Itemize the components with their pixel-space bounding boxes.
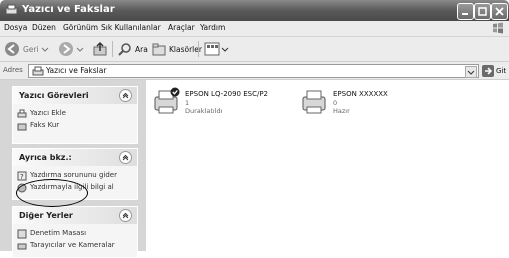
printer-document-count: 1 [185,99,190,107]
fax-icon [17,123,27,131]
add-printer-link[interactable]: Yazıcı Ekle [13,108,137,120]
folders-button[interactable]: Klasörler [152,41,202,57]
toolbar-separator [198,41,199,57]
chevron-down-icon [41,47,48,52]
minimize-button[interactable] [457,3,474,20]
menu-view[interactable]: Görünüm [63,23,98,32]
address-bar: Adres Yazıcı ve Fakslar Git [0,62,509,80]
printer-tasks-panel: Yazıcı Görevleri Yazıcı Ekle Faks Kur [12,86,138,144]
printer-icon [302,90,326,114]
printer-status: Hazır [333,107,350,115]
printers-list: EPSON LQ-2090 ESC/P2 1 Duraklatıldı EPSO… [146,80,509,251]
toolbar-separator [112,41,113,57]
printer-status: Duraklatıldı [185,107,223,115]
collapse-chevron-icon[interactable] [119,89,132,102]
search-button[interactable]: Ara [118,41,148,57]
printer-folder-icon [32,66,44,76]
printer-name: EPSON XXXXXX [333,90,388,98]
control-panel-icon [17,229,27,239]
menu-file[interactable]: Dosya [4,23,27,32]
address-label: Adres [3,66,23,74]
setup-fax-link[interactable]: Faks Kur [13,120,137,132]
task-pane: Yazıcı Görevleri Yazıcı Ekle Faks Kur Ay… [0,80,146,258]
chevron-down-icon [467,70,475,75]
menu-edit[interactable]: Düzen [32,23,56,32]
printer-document-count: 0 [333,99,338,107]
menu-help[interactable]: Yardım [200,23,225,32]
collapse-chevron-icon[interactable] [119,151,132,164]
panel-header[interactable]: Yazıcı Görevleri [13,87,137,104]
menu-tools[interactable]: Araçlar [168,23,195,32]
see-also-panel: Ayrıca bkz.: ? Yazdırma sorununu gider Y… [12,148,138,200]
menu-favorites[interactable]: Sık Kullanılanlar [101,23,161,32]
printer-item[interactable]: EPSON XXXXXX 0 Hazır [299,87,419,119]
toolbar: Geri Ara Klasörler [0,37,509,62]
info-globe-icon [17,183,27,193]
printer-icon [154,87,180,114]
help-book-icon: ? [17,171,27,181]
chevron-down-icon [221,47,229,52]
forward-button[interactable] [58,41,84,57]
go-button[interactable]: Git [482,65,506,77]
other-places-panel: Diğer Yerler Denetim Masası Tarayıcılar … [12,206,138,258]
printer-name: EPSON LQ-2090 ESC/P2 [185,90,269,98]
title-bar: Yazıcı ve Fakslar [0,0,509,21]
folders-icon [152,43,166,56]
up-folder-icon [93,41,107,56]
chevron-down-icon [76,47,84,52]
scanners-cameras-link[interactable]: Tarayıcılar ve Kameralar [13,240,137,252]
go-arrow-icon [482,65,494,77]
troubleshoot-printing-link[interactable]: ? Yazdırma sorununu gider [13,170,137,182]
views-icon [204,42,220,56]
search-icon [118,43,131,56]
maximize-button[interactable] [474,3,491,20]
collapse-chevron-icon[interactable] [119,209,132,222]
scanner-icon [17,243,27,250]
add-printer-icon [17,109,27,118]
up-folder-button[interactable] [92,41,108,57]
menu-bar: Dosya Düzen Görünüm Sık Kullanılanlar Ar… [0,21,509,37]
forward-arrow-icon [59,42,73,56]
address-dropdown-button[interactable] [465,66,477,78]
control-panel-link[interactable]: Denetim Masası [13,228,137,240]
address-value: Yazıcı ve Fakslar [46,66,107,75]
printer-item[interactable]: EPSON LQ-2090 ESC/P2 1 Duraklatıldı [151,87,291,119]
printing-info-link[interactable]: Yazdırmayla ilgili bilgi al [13,182,137,194]
printer-folder-icon [5,4,18,15]
svg-text:?: ? [20,173,24,181]
panel-header[interactable]: Ayrıca bkz.: [13,149,137,166]
windows-logo-icon [493,22,503,34]
views-button[interactable] [204,41,229,57]
close-button[interactable] [491,3,508,20]
back-button[interactable]: Geri [4,41,49,57]
back-arrow-icon [5,42,19,56]
window-title: Yazıcı ve Fakslar [22,4,115,15]
panel-header[interactable]: Diğer Yerler [13,207,137,224]
address-input[interactable]: Yazıcı ve Fakslar [28,64,479,78]
